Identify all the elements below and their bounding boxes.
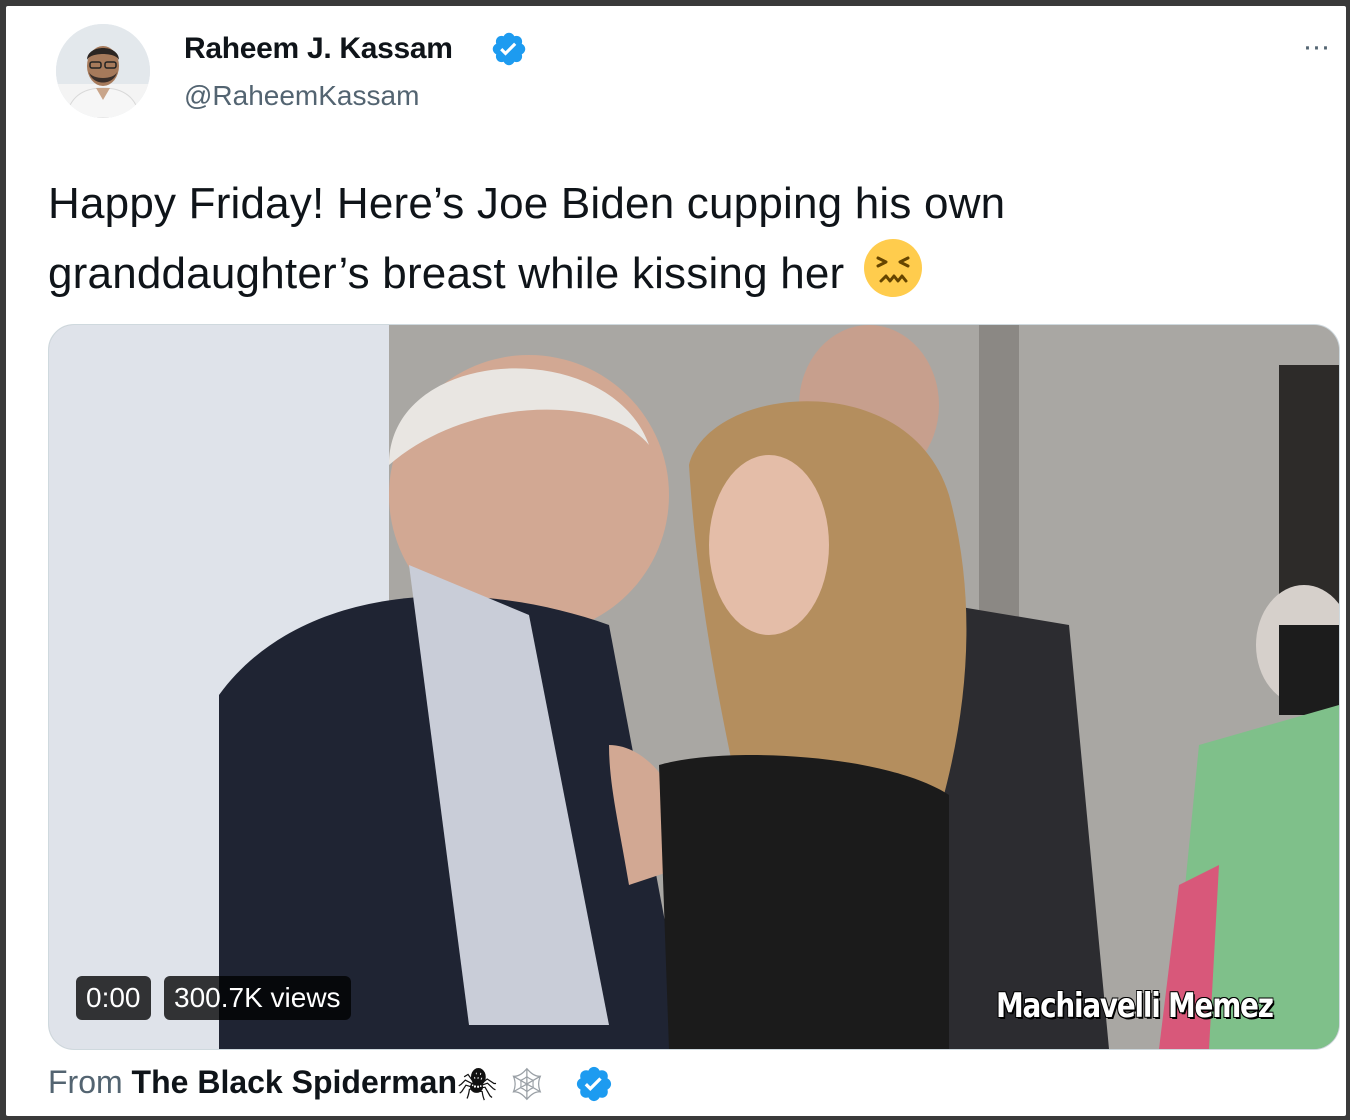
- author-handle[interactable]: @RaheemKassam: [184, 80, 419, 112]
- attribution-line: From The Black Spiderman🕷 🕸: [48, 1064, 547, 1103]
- attribution-source-name[interactable]: The Black Spiderman: [132, 1064, 457, 1100]
- video-watermark: Machiavelli Memez: [996, 986, 1274, 1026]
- tweet-text: Happy Friday! Here’s Joe Biden cupping h…: [48, 172, 1248, 306]
- author-display-name[interactable]: Raheem J. Kassam: [184, 32, 453, 66]
- confounded-face-emoji-icon: [863, 239, 922, 297]
- video-time-badge: 0:00: [76, 976, 151, 1020]
- window-frame: Raheem J. Kassam @RaheemKassam ··· Happy…: [0, 0, 1350, 1120]
- spider-web-icon: 🕸: [506, 1066, 548, 1102]
- video-player[interactable]: [48, 324, 1340, 1050]
- more-options-button[interactable]: ···: [1294, 32, 1338, 68]
- video-views-badge: 300.7K views: [164, 976, 351, 1020]
- source-verified-badge-icon: [576, 1066, 612, 1102]
- tweet-card: Raheem J. Kassam @RaheemKassam ··· Happy…: [6, 6, 1346, 1116]
- attribution-prefix: From: [48, 1064, 123, 1100]
- avatar[interactable]: [56, 24, 150, 118]
- verified-badge-icon: [492, 32, 526, 66]
- video-frame-image: [49, 325, 1339, 1049]
- spider-icon: 🕷: [456, 1066, 498, 1102]
